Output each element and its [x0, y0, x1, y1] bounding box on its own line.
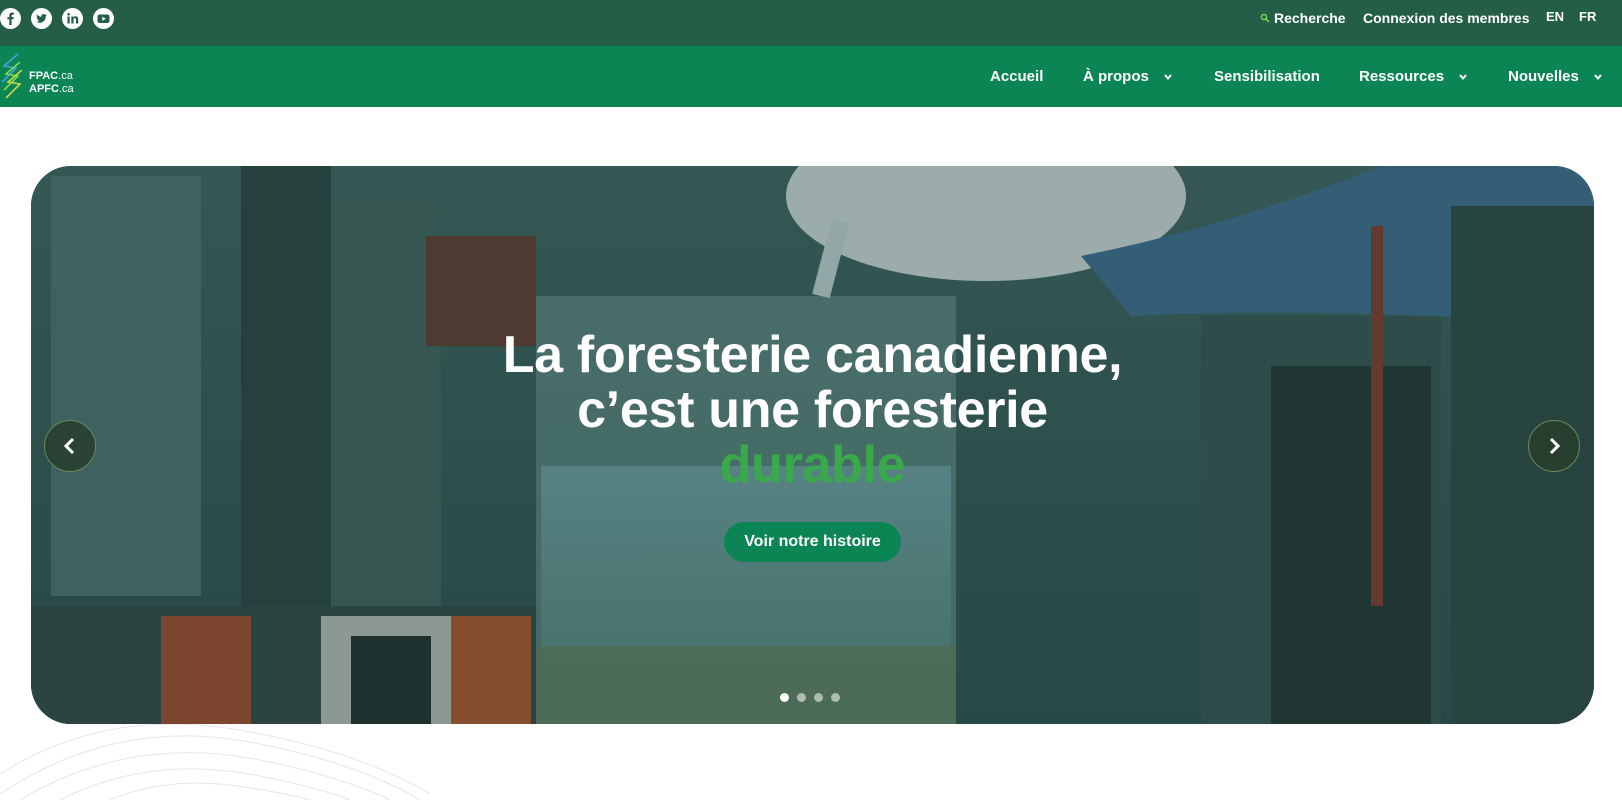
tree-logo-icon — [1, 53, 23, 99]
youtube-icon[interactable] — [93, 8, 114, 29]
search-label: Recherche — [1274, 10, 1346, 26]
slide-dot[interactable] — [814, 693, 823, 702]
slide-dot[interactable] — [831, 693, 840, 702]
nav-item-ressources[interactable]: Ressources — [1359, 46, 1470, 107]
hero-title-line-2: c’est une foresterie — [577, 381, 1048, 439]
hero-title-accent: durable — [719, 436, 906, 494]
logo-text: FPAC.ca APFC.ca — [29, 70, 74, 95]
main-navigation: FPAC.ca APFC.ca Accueil À propos Sensibi… — [0, 46, 1622, 107]
voir-notre-histoire-button[interactable]: Voir notre histoire — [724, 522, 901, 562]
nav-label: Accueil — [990, 68, 1044, 85]
nav-label: Nouvelles — [1508, 68, 1579, 85]
tree-rings-decoration — [0, 724, 430, 800]
nav-label: Sensibilisation — [1214, 68, 1320, 85]
slide-dot[interactable] — [797, 693, 806, 702]
linkedin-icon[interactable] — [62, 8, 83, 29]
chevron-down-icon — [1164, 73, 1172, 80]
language-fr-link[interactable]: FR — [1579, 0, 1596, 34]
chevron-down-icon — [1459, 73, 1467, 80]
search-icon — [1260, 13, 1270, 23]
social-links — [0, 8, 114, 29]
facebook-icon[interactable] — [0, 8, 21, 29]
next-slide-button[interactable] — [1528, 420, 1580, 472]
nav-item-accueil[interactable]: Accueil — [990, 46, 1043, 107]
previous-slide-button[interactable] — [44, 420, 96, 472]
chevron-right-icon — [1549, 437, 1561, 455]
nav-label: À propos — [1083, 68, 1149, 85]
nav-label: Ressources — [1359, 68, 1445, 85]
nav-item-apropos[interactable]: À propos — [1083, 46, 1175, 107]
nav-item-sensibilisation[interactable]: Sensibilisation — [1214, 46, 1320, 107]
slide-dot[interactable] — [780, 693, 789, 702]
search-link[interactable]: Recherche — [1260, 0, 1346, 36]
language-en-link[interactable]: EN — [1546, 0, 1564, 34]
chevron-left-icon — [63, 437, 75, 455]
hero-title-line-1: La foresterie canadienne, — [502, 326, 1123, 384]
nav-item-nouvelles[interactable]: Nouvelles — [1508, 46, 1605, 107]
twitter-icon[interactable] — [31, 8, 52, 29]
member-login-link[interactable]: Connexion des membres — [1363, 0, 1530, 36]
site-logo[interactable]: FPAC.ca APFC.ca — [0, 52, 80, 102]
chevron-down-icon — [1594, 73, 1602, 80]
hero-title: La foresterie canadienne, c’est une fore… — [31, 328, 1594, 493]
hero-slider: La foresterie canadienne, c’est une fore… — [31, 166, 1594, 724]
slide-indicators — [780, 693, 840, 702]
utility-bar: Recherche Connexion des membres EN FR — [0, 0, 1622, 46]
